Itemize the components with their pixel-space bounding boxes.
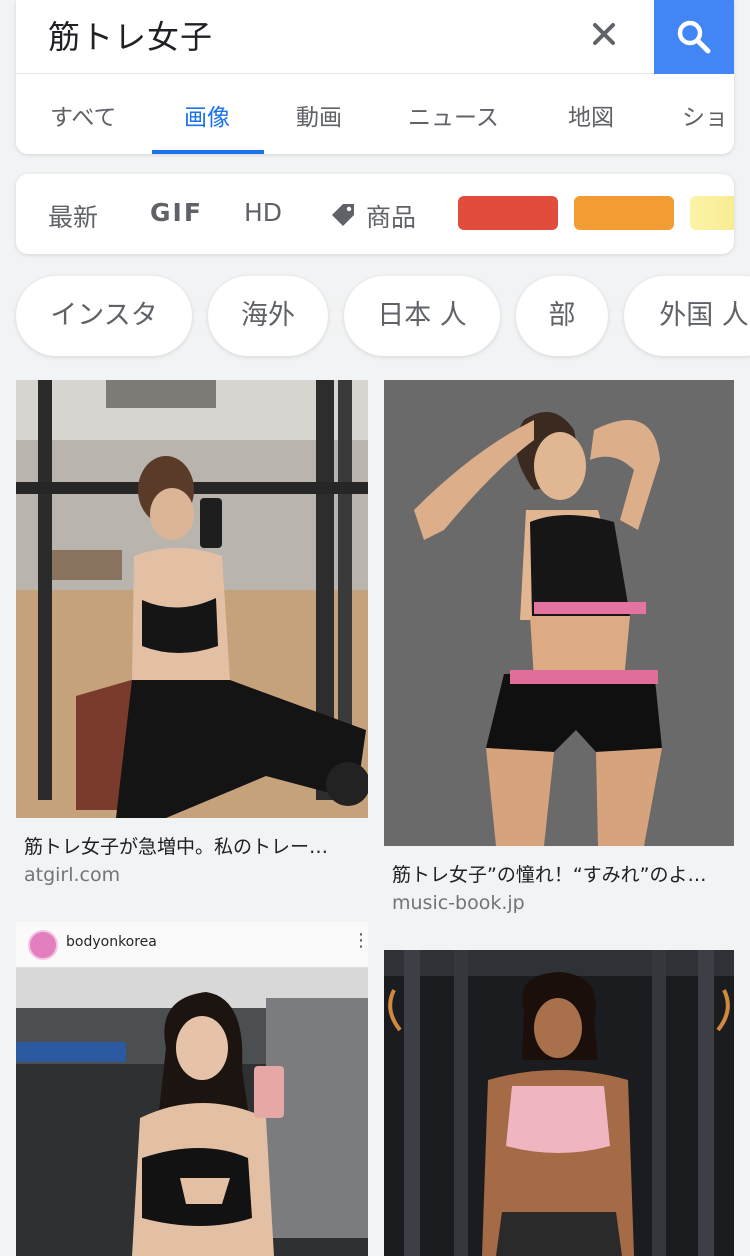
image-result[interactable]: bodyonkorea ⋮ — [16, 922, 368, 1256]
gym-selfie-image — [16, 380, 368, 818]
filter-bar: 最新 GIF HD 商品 — [16, 174, 734, 254]
more-icon: ⋮ — [352, 930, 368, 951]
result-source[interactable]: atgirl.com — [24, 864, 120, 886]
result-caption[interactable]: 筋トレ女子”の憧れ！“すみれ”のよ… — [392, 860, 728, 887]
suggestion-chips: インスタ 海外 日本 人 部 外国 人 — [0, 276, 750, 356]
instagram-header: bodyonkorea ⋮ — [16, 922, 368, 968]
filter-latest[interactable]: 最新 — [48, 198, 98, 234]
result-thumbnail[interactable]: bodyonkorea ⋮ — [16, 922, 368, 1256]
chip-overseas[interactable]: 海外 — [208, 276, 328, 356]
filter-products[interactable]: 商品 — [366, 198, 416, 234]
chip-foreigner[interactable]: 外国 人 — [624, 276, 750, 356]
filter-gif[interactable]: GIF — [150, 198, 203, 227]
result-caption[interactable]: 筋トレ女子が急増中。私のトレー… — [24, 832, 360, 859]
filter-hd[interactable]: HD — [244, 198, 282, 227]
tab-news[interactable]: ニュース — [408, 98, 499, 132]
chip-insta[interactable]: インスタ — [16, 276, 192, 356]
image-result[interactable] — [384, 950, 734, 1256]
result-thumbnail[interactable] — [384, 380, 734, 846]
result-thumbnail[interactable] — [384, 950, 734, 1256]
result-source[interactable]: music-book.jp — [392, 892, 525, 914]
chip-club[interactable]: 部 — [516, 276, 608, 356]
tab-images[interactable]: 画像 — [184, 98, 230, 132]
close-icon[interactable] — [584, 14, 624, 54]
image-result[interactable]: 筋トレ女子”の憧れ！“すみれ”のよ… music-book.jp — [384, 380, 734, 920]
tag-icon — [332, 204, 354, 226]
avatar — [28, 930, 58, 960]
color-swatch-orange[interactable] — [574, 196, 674, 230]
tab-videos[interactable]: 動画 — [296, 98, 342, 132]
gym-photo-image — [16, 968, 368, 1256]
studio-portrait-image — [384, 380, 734, 846]
color-swatch-red[interactable] — [458, 196, 558, 230]
search-query-text[interactable]: 筋トレ女子 — [48, 12, 213, 58]
search-tabs: すべて 画像 動画 ニュース 地図 ショ — [16, 74, 734, 154]
chip-japanese[interactable]: 日本 人 — [344, 276, 500, 356]
search-button[interactable] — [654, 0, 734, 74]
tab-maps[interactable]: 地図 — [568, 98, 614, 132]
search-icon — [677, 20, 711, 54]
search-bar: 筋トレ女子 — [16, 0, 734, 74]
color-swatch-yellow[interactable] — [690, 196, 734, 230]
image-result[interactable]: 筋トレ女子が急増中。私のトレー… atgirl.com — [16, 380, 368, 900]
account-name: bodyonkorea — [66, 934, 157, 950]
search-card: 筋トレ女子 すべて 画像 動画 ニュース 地図 ショ — [16, 0, 734, 154]
tab-all[interactable]: すべて — [50, 98, 116, 132]
active-tab-indicator — [152, 150, 264, 154]
tab-shopping[interactable]: ショ — [682, 98, 728, 132]
cable-machine-image — [384, 950, 734, 1256]
result-thumbnail[interactable] — [16, 380, 368, 818]
